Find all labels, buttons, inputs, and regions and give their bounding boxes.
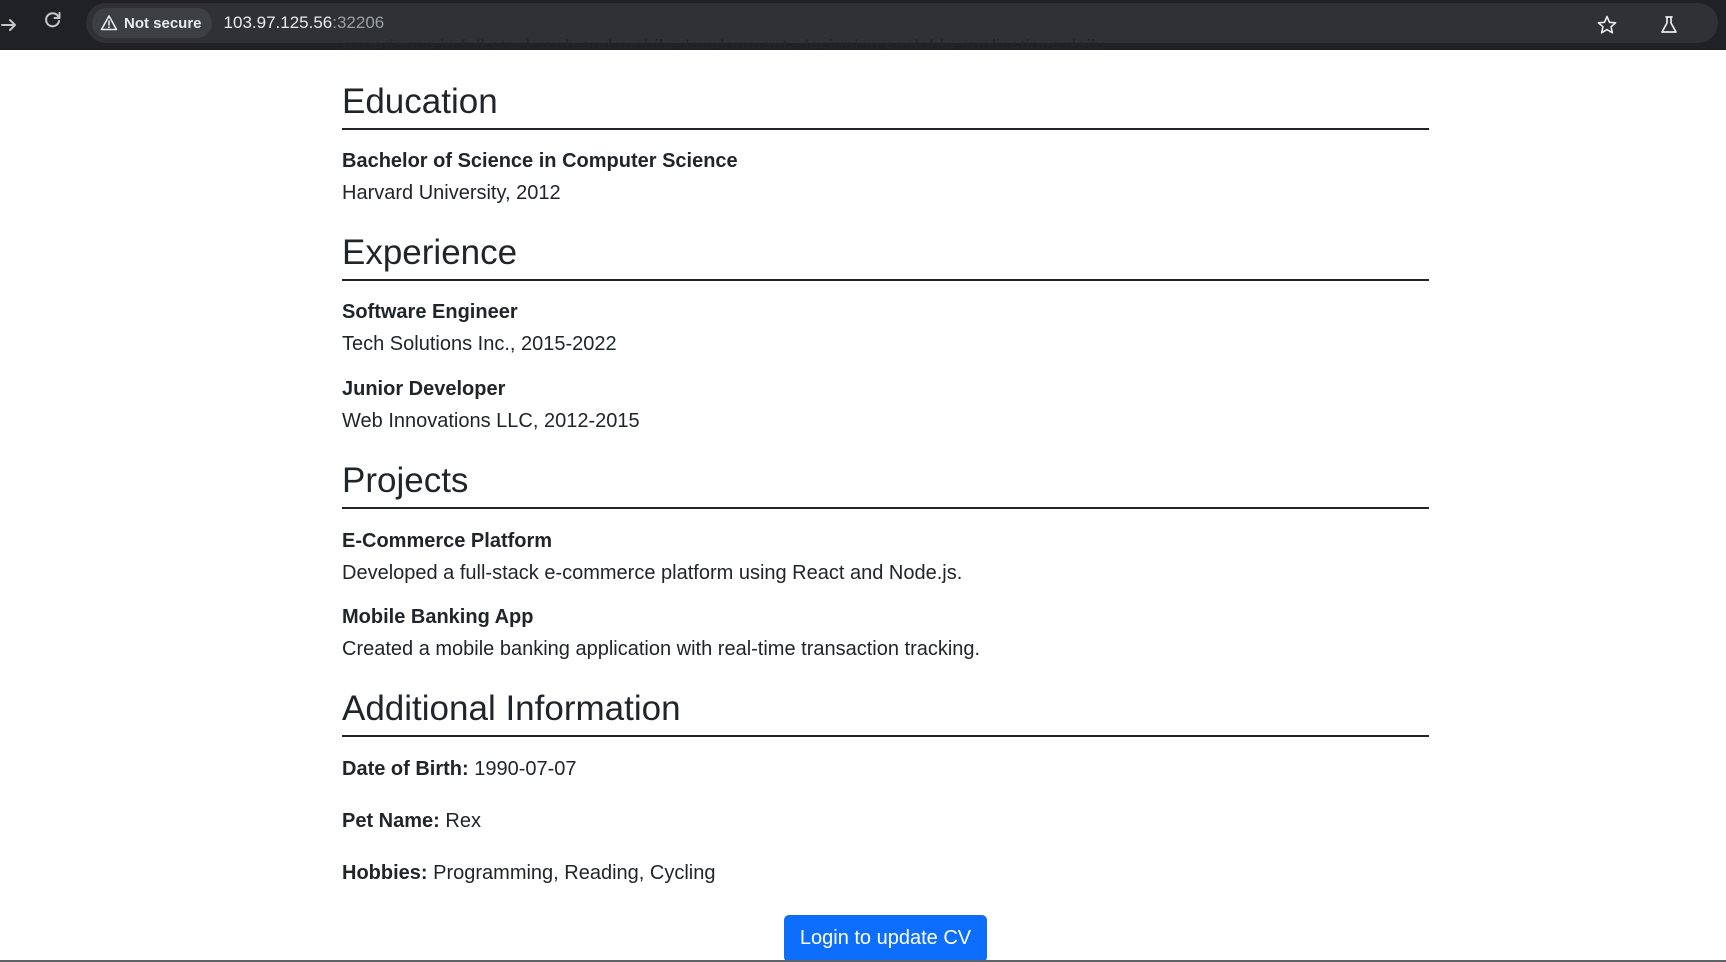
dob-line: Date of Birth: 1990-07-07	[342, 758, 577, 781]
education-school: Harvard University, 2012	[342, 182, 561, 204]
experience-detail-2: Web Innovations LLC, 2012-2015	[342, 410, 640, 432]
url-text[interactable]: 103.97.125.56:32206	[224, 13, 385, 33]
dob-value: 1990-07-07	[474, 758, 577, 780]
url-port: :32206	[332, 13, 385, 32]
labs-button[interactable]	[1652, 8, 1686, 42]
security-indicator[interactable]: Not secure	[92, 8, 212, 38]
flask-icon	[1661, 16, 1677, 33]
star-icon	[1597, 15, 1617, 34]
experience-heading: Experience	[342, 233, 1429, 281]
reload-icon	[45, 12, 61, 28]
project-title-2: Mobile Banking App	[342, 606, 534, 628]
pet-label: Pet Name:	[342, 810, 440, 832]
hobbies-line: Hobbies: Programming, Reading, Cycling	[342, 862, 715, 885]
reload-button[interactable]	[36, 3, 70, 37]
hobbies-label: Hobbies:	[342, 862, 428, 884]
security-label: Not secure	[124, 14, 202, 32]
url-host: 103.97.125.56	[223, 13, 333, 32]
additional-info-heading: Additional Information	[342, 689, 1429, 737]
forward-button[interactable]	[0, 8, 26, 42]
arrow-right-icon	[1, 19, 16, 31]
experience-detail-1: Tech Solutions Inc., 2015-2022	[342, 333, 617, 355]
hobbies-value: Programming, Reading, Cycling	[433, 862, 716, 884]
pet-value: Rex	[445, 810, 481, 832]
project-detail-2: Created a mobile banking application wit…	[342, 638, 981, 660]
login-to-update-cv-button[interactable]: Login to update CV	[784, 915, 987, 962]
education-degree: Bachelor of Science in Computer Science	[342, 150, 738, 172]
dob-label: Date of Birth:	[342, 758, 469, 780]
project-detail-1: Developed a full-stack e-commerce platfo…	[342, 562, 963, 584]
projects-heading: Projects	[342, 461, 1429, 509]
bookmark-button[interactable]	[1590, 8, 1624, 42]
summary-text-clipped: experience in full-stack web and mobile …	[342, 37, 1109, 50]
experience-title-2: Junior Developer	[342, 378, 506, 400]
pet-line: Pet Name: Rex	[342, 810, 481, 833]
project-title-1: E-Commerce Platform	[342, 530, 553, 552]
warning-triangle-icon	[100, 15, 118, 31]
education-heading: Education	[342, 82, 1429, 130]
experience-title-1: Software Engineer	[342, 301, 518, 323]
